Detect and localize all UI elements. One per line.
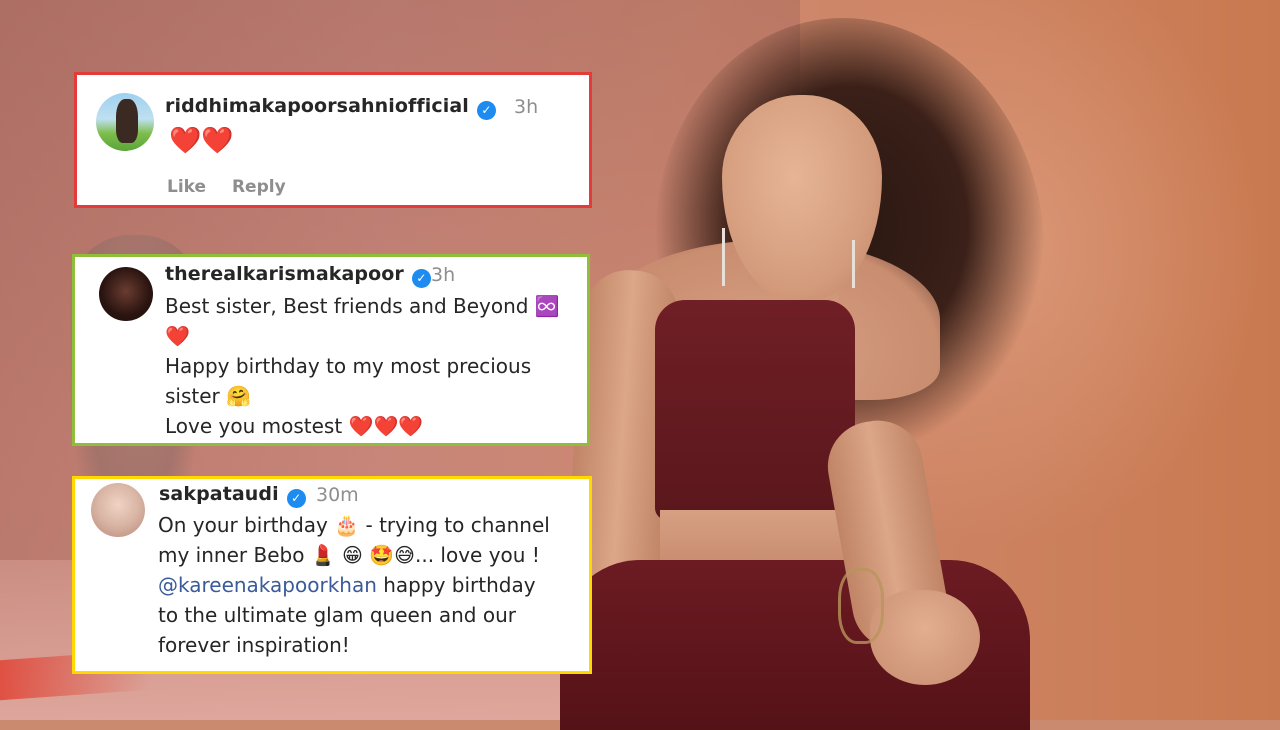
- mention-link[interactable]: @kareenakapoorkhan: [158, 573, 377, 597]
- comment-time: 3h: [431, 264, 456, 286]
- comment-line: @kareenakapoorkhan happy birthday: [158, 570, 588, 600]
- comment-text: On your birthday 🎂 - trying to channel m…: [158, 510, 588, 660]
- comment-time: 3h: [514, 96, 539, 118]
- comment-card: therealkarismakapoor ✓ 3h Best sister, Be…: [72, 254, 590, 446]
- person-bracelet: [838, 568, 884, 644]
- verified-badge-icon: ✓: [286, 489, 306, 508]
- comment-text: Best sister, Best friends and Beyond ♾️ …: [165, 291, 585, 441]
- comment-username[interactable]: therealkarismakapoor ✓: [165, 263, 431, 288]
- reply-button[interactable]: Reply: [232, 177, 286, 197]
- like-button[interactable]: Like: [167, 177, 206, 197]
- verified-badge-icon: ✓: [476, 101, 496, 120]
- comment-actions: Like Reply: [167, 177, 306, 197]
- comment-text-hearts: ❤️❤️: [169, 126, 234, 156]
- verified-badge-icon: ✓: [411, 269, 431, 288]
- comment-username[interactable]: sakpataudi ✓: [159, 483, 306, 508]
- comment-card: riddhimakapoorsahniofficial ✓ 3h ❤️❤️ Lik…: [74, 72, 592, 208]
- comment-line: forever inspiration!: [158, 633, 350, 657]
- comment-line: to the ultimate glam queen and our: [158, 603, 516, 627]
- comment-line: Best sister, Best friends and Beyond ♾️: [165, 294, 560, 318]
- heart-icon: ❤️: [165, 324, 190, 348]
- comment-text: ❤️❤️: [169, 127, 234, 157]
- person-hand: [870, 590, 980, 685]
- comment-line: sister 🤗: [165, 384, 252, 408]
- person-earring-left: [722, 228, 725, 286]
- avatar[interactable]: [99, 267, 153, 321]
- comment-card: sakpataudi ✓ 30m On your birthday 🎂 - try…: [72, 476, 592, 674]
- comment-line: On your birthday 🎂 - trying to channel: [158, 513, 550, 537]
- avatar[interactable]: [96, 93, 154, 151]
- comment-time: 30m: [316, 484, 359, 506]
- comment-line-rest: happy birthday: [383, 573, 536, 597]
- comment-line: Love you mostest ❤️❤️❤️: [165, 414, 424, 438]
- person-top: [655, 300, 855, 520]
- comment-line: my inner Bebo 💄 😁 🤩😅... love you !: [158, 543, 540, 567]
- comment-line: Happy birthday to my most precious: [165, 354, 532, 378]
- comment-username[interactable]: riddhimakapoorsahniofficial ✓: [165, 95, 496, 120]
- avatar[interactable]: [91, 483, 145, 537]
- person-earring-right: [852, 240, 855, 288]
